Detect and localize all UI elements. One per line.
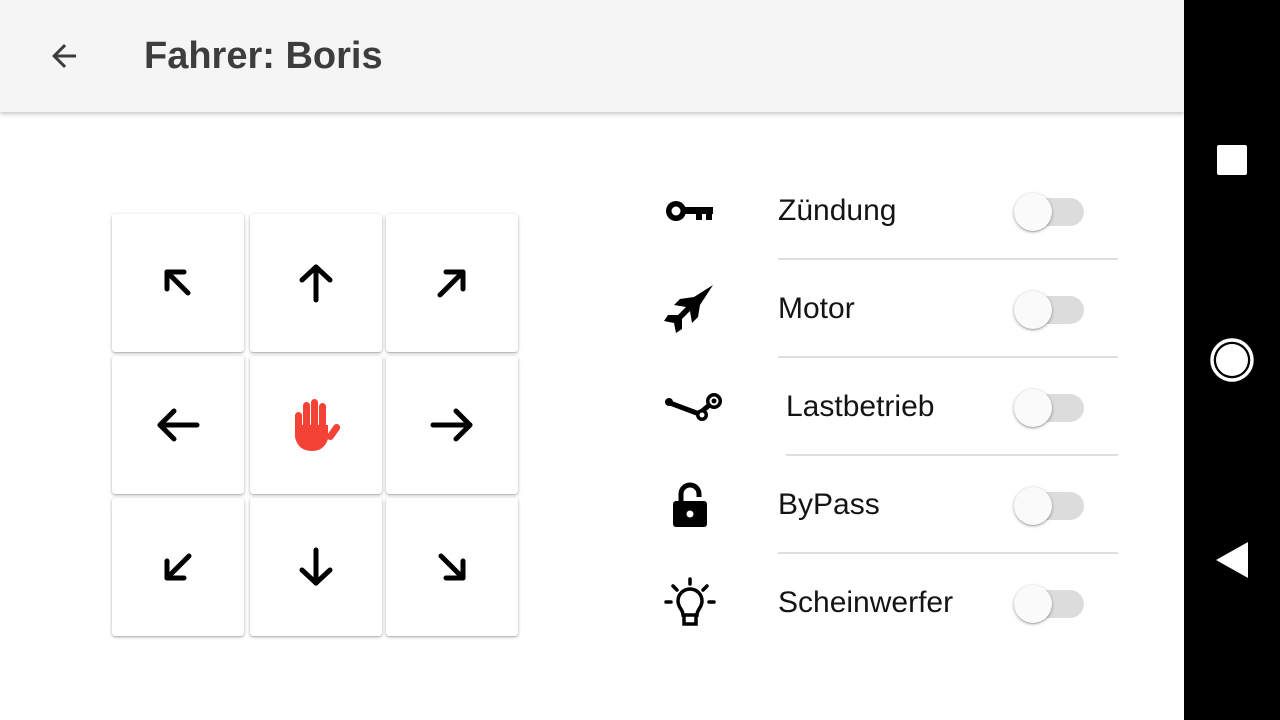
list-item-zuendung: Zündung: [640, 162, 1120, 260]
down-button[interactable]: [250, 498, 382, 636]
right-button[interactable]: [386, 356, 518, 494]
stop-button[interactable]: [250, 356, 382, 494]
list-item-scheinwerfer: Scheinwerfer: [640, 554, 1120, 652]
lightbulb-icon: [664, 577, 716, 627]
up-left-button[interactable]: [112, 214, 244, 352]
arrow-left-icon: [52, 44, 76, 68]
square-icon: [1217, 145, 1247, 175]
system-nav-bar: [1184, 0, 1280, 720]
arrow-up-icon: [299, 264, 333, 303]
motor-switch[interactable]: [1012, 288, 1088, 330]
arrow-left-icon: [157, 408, 200, 442]
scheinwerfer-switch[interactable]: [1012, 582, 1088, 624]
switch-thumb: [1014, 389, 1052, 427]
row-label: ByPass: [778, 488, 880, 521]
home-button[interactable]: [1200, 328, 1264, 392]
row-label: Motor: [778, 292, 855, 325]
list-item-motor: Motor: [640, 260, 1120, 358]
arrow-right-icon: [430, 408, 473, 442]
recents-button[interactable]: [1200, 128, 1264, 192]
steam-icon: [664, 383, 724, 431]
arrow-down-right-icon: [438, 553, 466, 581]
app-bar: Fahrer: Boris: [0, 0, 1184, 112]
list-item-bypass: ByPass: [640, 456, 1120, 554]
key-icon: [664, 187, 716, 235]
bypass-switch[interactable]: [1012, 484, 1088, 526]
row-label: Scheinwerfer: [778, 586, 954, 619]
lastbetrieb-switch[interactable]: [1012, 386, 1088, 428]
switch-thumb: [1014, 585, 1052, 623]
down-right-button[interactable]: [386, 498, 518, 636]
down-left-button[interactable]: [112, 498, 244, 636]
row-label: Zündung: [778, 194, 897, 227]
hand-stop-icon: [295, 399, 341, 451]
system-back-button[interactable]: [1200, 528, 1264, 592]
arrow-up-right-icon: [437, 269, 466, 298]
jet-icon: [664, 285, 716, 333]
row-label: Lastbetrieb: [786, 390, 935, 423]
switch-thumb: [1014, 487, 1052, 525]
app-screen: Fahrer: Boris Zündung Motor Lastbetrieb …: [0, 0, 1184, 720]
switch-thumb: [1014, 193, 1052, 231]
switch-thumb: [1014, 291, 1052, 329]
arrow-down-icon: [299, 547, 333, 586]
circle-icon: [1210, 338, 1254, 382]
up-right-button[interactable]: [386, 214, 518, 352]
arrow-down-left-icon: [164, 553, 192, 581]
direction-pad: [112, 214, 522, 636]
list-item-lastbetrieb: Lastbetrieb: [640, 358, 1120, 456]
up-button[interactable]: [250, 214, 382, 352]
left-button[interactable]: [112, 356, 244, 494]
lock-open-icon: [664, 481, 716, 529]
page-title: Fahrer: Boris: [144, 35, 383, 77]
arrow-up-left-icon: [164, 269, 191, 296]
zuendung-switch[interactable]: [1012, 190, 1088, 232]
back-button[interactable]: [32, 24, 96, 88]
triangle-back-icon: [1216, 542, 1248, 578]
